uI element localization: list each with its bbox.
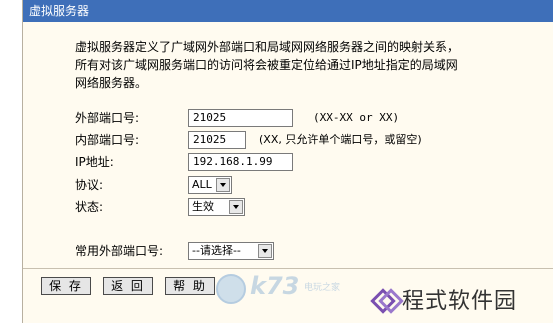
ip-address-label: IP地址: bbox=[75, 155, 114, 169]
back-button[interactable]: 返 回 bbox=[103, 277, 153, 295]
common-port-value: --请选择-- bbox=[192, 244, 241, 257]
internal-port-label: 内部端口号: bbox=[75, 133, 140, 147]
external-port-hint: (XX-XX or XX) bbox=[313, 111, 400, 124]
common-port-label: 常用外部端口号: bbox=[75, 244, 164, 258]
description-line: 网络服务器。 bbox=[75, 76, 148, 90]
k73-watermark: k73 电玩之家 bbox=[216, 272, 356, 306]
site-logo-text: 程式软件园 bbox=[402, 289, 518, 314]
diamond-logo-icon bbox=[372, 286, 396, 310]
internal-port-hint: (XX, 只允许单个端口号，或留空) bbox=[259, 133, 422, 146]
external-port-input[interactable]: 21025 bbox=[188, 109, 293, 127]
help-button[interactable]: 帮 助 bbox=[165, 277, 215, 295]
status-select[interactable]: 生效 bbox=[188, 198, 245, 216]
common-port-select[interactable]: --请选择-- bbox=[188, 242, 274, 260]
protocol-label: 协议: bbox=[75, 178, 104, 192]
ip-address-input[interactable]: 192.168.1.99 bbox=[188, 153, 293, 171]
window-title: 虚拟服务器 bbox=[23, 0, 553, 22]
protocol-select[interactable]: ALL bbox=[188, 176, 232, 194]
dropdown-arrow-icon[interactable] bbox=[229, 200, 243, 214]
description: 虚拟服务器定义了广域网外部端口和局域网网络服务器之间的映射关系， 所有对该广域网… bbox=[75, 38, 515, 92]
internal-port-input[interactable]: 21025 bbox=[188, 131, 246, 149]
k73-watermark-text: k73 bbox=[250, 272, 300, 300]
description-line: 所有对该广域网服务端口的访问将会被重定位给通过IP地址指定的局域网 bbox=[75, 58, 458, 72]
protocol-value: ALL bbox=[192, 178, 212, 191]
description-line: 虚拟服务器定义了广域网外部端口和局域网网络服务器之间的映射关系， bbox=[75, 40, 460, 54]
status-value: 生效 bbox=[192, 200, 214, 213]
dropdown-arrow-icon[interactable] bbox=[216, 178, 230, 192]
gamepad-icon bbox=[216, 274, 246, 304]
status-label: 状态: bbox=[75, 200, 104, 214]
dropdown-arrow-icon[interactable] bbox=[258, 244, 272, 258]
divider bbox=[23, 268, 553, 269]
external-port-label: 外部端口号: bbox=[75, 111, 140, 125]
save-button[interactable]: 保 存 bbox=[41, 277, 91, 295]
k73-watermark-subtext: 电玩之家 bbox=[304, 283, 341, 293]
